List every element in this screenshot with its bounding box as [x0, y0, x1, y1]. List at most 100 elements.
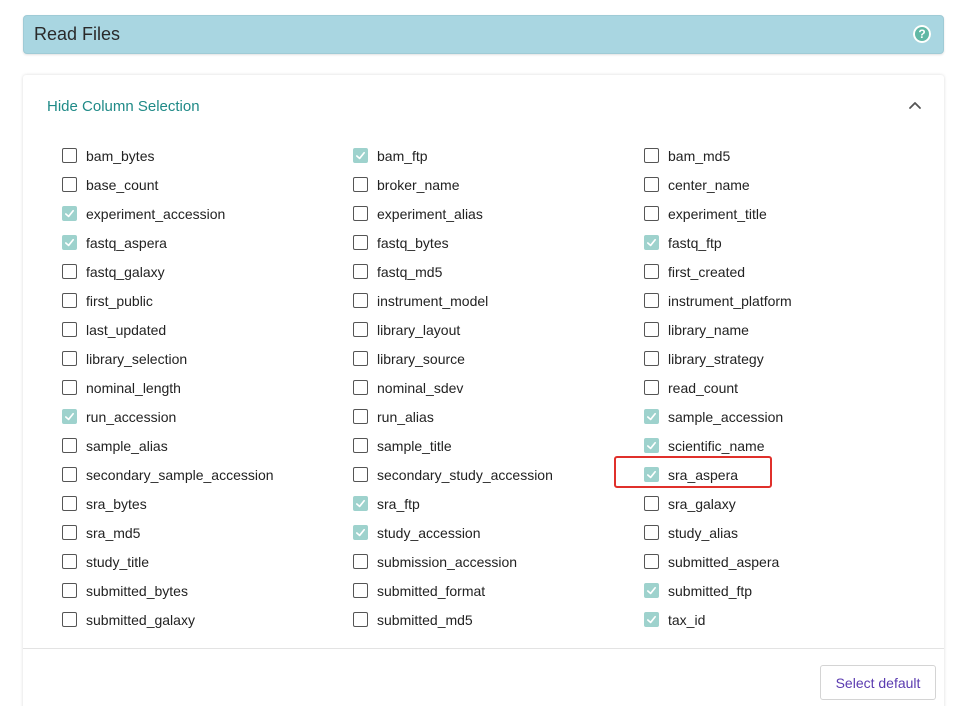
- column-option-sample-title[interactable]: sample_title: [353, 431, 553, 460]
- column-option-fastq-md5[interactable]: fastq_md5: [353, 257, 553, 286]
- checkbox[interactable]: [62, 177, 77, 192]
- column-option-nominal-length[interactable]: nominal_length: [62, 373, 274, 402]
- column-option-study-accession[interactable]: study_accession: [353, 518, 553, 547]
- column-option-submitted-ftp[interactable]: submitted_ftp: [644, 576, 792, 605]
- checkbox[interactable]: [62, 438, 77, 453]
- column-option-fastq-aspera[interactable]: fastq_aspera: [62, 228, 274, 257]
- checkbox[interactable]: [353, 293, 368, 308]
- checkbox[interactable]: [644, 525, 659, 540]
- column-option-fastq-ftp[interactable]: fastq_ftp: [644, 228, 792, 257]
- checkbox[interactable]: [644, 206, 659, 221]
- column-option-submitted-bytes[interactable]: submitted_bytes: [62, 576, 274, 605]
- checkbox[interactable]: [353, 467, 368, 482]
- checkbox[interactable]: [644, 583, 659, 598]
- column-option-submitted-md5[interactable]: submitted_md5: [353, 605, 553, 634]
- checkbox[interactable]: [62, 409, 77, 424]
- checkbox[interactable]: [62, 525, 77, 540]
- column-option-instrument-platform[interactable]: instrument_platform: [644, 286, 792, 315]
- checkbox[interactable]: [644, 496, 659, 511]
- column-option-submission-accession[interactable]: submission_accession: [353, 547, 553, 576]
- column-option-instrument-model[interactable]: instrument_model: [353, 286, 553, 315]
- column-option-fastq-galaxy[interactable]: fastq_galaxy: [62, 257, 274, 286]
- checkbox[interactable]: [644, 177, 659, 192]
- checkbox[interactable]: [62, 322, 77, 337]
- column-option-sra-ftp[interactable]: sra_ftp: [353, 489, 553, 518]
- column-option-submitted-format[interactable]: submitted_format: [353, 576, 553, 605]
- checkbox[interactable]: [62, 380, 77, 395]
- column-option-center-name[interactable]: center_name: [644, 170, 792, 199]
- help-icon[interactable]: ?: [913, 25, 931, 43]
- checkbox[interactable]: [62, 467, 77, 482]
- column-option-library-layout[interactable]: library_layout: [353, 315, 553, 344]
- column-option-first-public[interactable]: first_public: [62, 286, 274, 315]
- column-option-library-source[interactable]: library_source: [353, 344, 553, 373]
- checkbox[interactable]: [644, 351, 659, 366]
- column-option-scientific-name[interactable]: scientific_name: [644, 431, 792, 460]
- checkbox[interactable]: [353, 351, 368, 366]
- column-option-sample-accession[interactable]: sample_accession: [644, 402, 792, 431]
- checkbox[interactable]: [62, 293, 77, 308]
- checkbox[interactable]: [353, 612, 368, 627]
- column-option-study-title[interactable]: study_title: [62, 547, 274, 576]
- checkbox[interactable]: [62, 583, 77, 598]
- column-option-nominal-sdev[interactable]: nominal_sdev: [353, 373, 553, 402]
- checkbox[interactable]: [353, 322, 368, 337]
- column-option-submitted-aspera[interactable]: submitted_aspera: [644, 547, 792, 576]
- column-option-library-selection[interactable]: library_selection: [62, 344, 274, 373]
- checkbox[interactable]: [644, 235, 659, 250]
- select-default-button[interactable]: Select default: [820, 665, 936, 700]
- column-option-library-strategy[interactable]: library_strategy: [644, 344, 792, 373]
- checkbox[interactable]: [353, 177, 368, 192]
- hide-column-selection-link[interactable]: Hide Column Selection: [47, 98, 200, 115]
- column-option-secondary-study-accession[interactable]: secondary_study_accession: [353, 460, 553, 489]
- column-option-fastq-bytes[interactable]: fastq_bytes: [353, 228, 553, 257]
- checkbox[interactable]: [644, 380, 659, 395]
- column-option-run-alias[interactable]: run_alias: [353, 402, 553, 431]
- checkbox[interactable]: [353, 583, 368, 598]
- chevron-up-icon[interactable]: [907, 97, 923, 113]
- checkbox[interactable]: [644, 322, 659, 337]
- column-option-tax-id[interactable]: tax_id: [644, 605, 792, 634]
- column-option-sra-galaxy[interactable]: sra_galaxy: [644, 489, 792, 518]
- column-option-sra-bytes[interactable]: sra_bytes: [62, 489, 274, 518]
- checkbox[interactable]: [62, 264, 77, 279]
- checkbox[interactable]: [644, 554, 659, 569]
- checkbox[interactable]: [353, 380, 368, 395]
- column-option-bam-ftp[interactable]: bam_ftp: [353, 141, 553, 170]
- checkbox[interactable]: [62, 206, 77, 221]
- column-option-experiment-accession[interactable]: experiment_accession: [62, 199, 274, 228]
- checkbox[interactable]: [353, 148, 368, 163]
- column-option-base-count[interactable]: base_count: [62, 170, 274, 199]
- checkbox[interactable]: [353, 235, 368, 250]
- checkbox[interactable]: [644, 467, 659, 482]
- checkbox[interactable]: [644, 148, 659, 163]
- column-option-experiment-title[interactable]: experiment_title: [644, 199, 792, 228]
- checkbox[interactable]: [62, 235, 77, 250]
- column-option-last-updated[interactable]: last_updated: [62, 315, 274, 344]
- checkbox[interactable]: [353, 554, 368, 569]
- checkbox[interactable]: [644, 293, 659, 308]
- checkbox[interactable]: [62, 148, 77, 163]
- column-option-bam-md5[interactable]: bam_md5: [644, 141, 792, 170]
- column-option-sra-md5[interactable]: sra_md5: [62, 518, 274, 547]
- checkbox[interactable]: [644, 438, 659, 453]
- checkbox[interactable]: [353, 264, 368, 279]
- column-option-study-alias[interactable]: study_alias: [644, 518, 792, 547]
- checkbox[interactable]: [353, 496, 368, 511]
- column-option-broker-name[interactable]: broker_name: [353, 170, 553, 199]
- column-option-first-created[interactable]: first_created: [644, 257, 792, 286]
- column-option-run-accession[interactable]: run_accession: [62, 402, 274, 431]
- column-option-sra-aspera[interactable]: sra_aspera: [644, 460, 792, 489]
- column-option-library-name[interactable]: library_name: [644, 315, 792, 344]
- checkbox[interactable]: [353, 438, 368, 453]
- column-option-bam-bytes[interactable]: bam_bytes: [62, 141, 274, 170]
- checkbox[interactable]: [62, 351, 77, 366]
- checkbox[interactable]: [353, 206, 368, 221]
- column-option-experiment-alias[interactable]: experiment_alias: [353, 199, 553, 228]
- checkbox[interactable]: [353, 409, 368, 424]
- checkbox[interactable]: [644, 409, 659, 424]
- checkbox[interactable]: [644, 264, 659, 279]
- column-option-submitted-galaxy[interactable]: submitted_galaxy: [62, 605, 274, 634]
- checkbox[interactable]: [62, 496, 77, 511]
- checkbox[interactable]: [62, 554, 77, 569]
